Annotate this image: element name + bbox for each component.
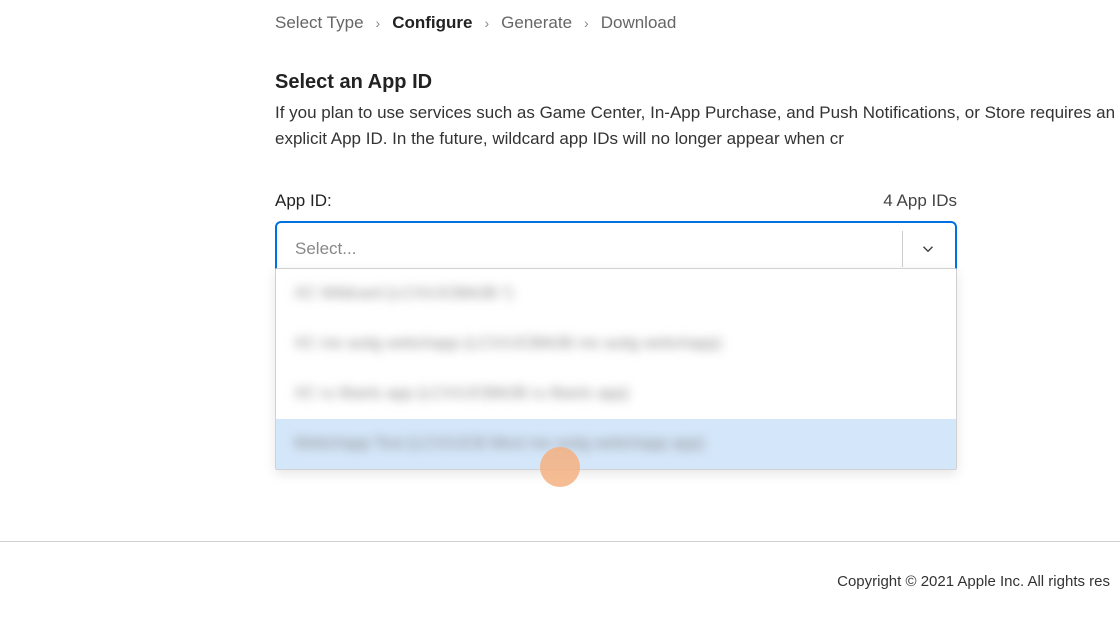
dropdown-item[interactable]: XC me autig webchapp (LCXXJCBMJB me auti… (276, 319, 956, 369)
breadcrumb: Select Type › Configure › Generate › Dow… (275, 13, 1120, 33)
select-placeholder: Select... (295, 239, 356, 259)
dropdown-item[interactable]: XC Wildcard (LCXXJCBMJB.*) (276, 269, 956, 319)
app-id-count: 4 App IDs (883, 191, 957, 211)
dropdown-item-label: Webchapp Test (LCXXJCB Mext me autig web… (294, 435, 704, 453)
breadcrumb-select-type[interactable]: Select Type (275, 13, 364, 33)
chevron-down-icon (919, 240, 937, 258)
cursor-indicator (540, 447, 580, 487)
section-title: Select an App ID (275, 71, 1120, 94)
select-indicator (902, 231, 937, 267)
breadcrumb-download[interactable]: Download (601, 13, 677, 33)
dropdown-item-label: XC me autig webchapp (LCXXJCBMJB me auti… (294, 335, 722, 353)
app-id-dropdown: XC Wildcard (LCXXJCBMJB.*) XC me autig w… (275, 268, 957, 470)
app-id-label: App ID: (275, 191, 332, 211)
chevron-icon: › (484, 15, 489, 31)
dropdown-item-label: XC Wildcard (LCXXJCBMJB.*) (294, 285, 513, 303)
breadcrumb-generate[interactable]: Generate (501, 13, 572, 33)
breadcrumb-configure[interactable]: Configure (392, 13, 472, 33)
section-description: If you plan to use services such as Game… (275, 100, 1120, 153)
dropdown-item-label: XC ru libarts app (LCXXJCBMJB ru libarts… (294, 385, 629, 403)
divider (0, 541, 1120, 542)
chevron-icon: › (584, 15, 589, 31)
chevron-icon: › (376, 15, 381, 31)
dropdown-item[interactable]: XC ru libarts app (LCXXJCBMJB ru libarts… (276, 369, 956, 419)
footer-copyright: Copyright © 2021 Apple Inc. All rights r… (837, 573, 1110, 590)
dropdown-item[interactable]: Webchapp Test (LCXXJCB Mext me autig web… (276, 419, 956, 469)
